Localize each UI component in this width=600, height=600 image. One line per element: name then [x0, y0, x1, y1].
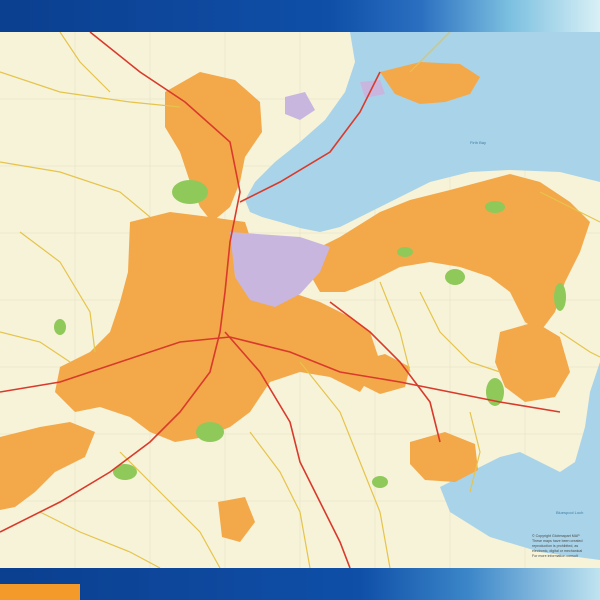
- footer-bar: [0, 568, 600, 600]
- water-label-inlet: Bluespool Loch: [556, 510, 583, 515]
- city-map[interactable]: Firth Bay Bluespool Loch: [0, 32, 600, 568]
- footer-accent: [0, 584, 80, 600]
- header-bar: [0, 0, 600, 32]
- map-poster: Firth Bay Bluespool Loch © Copyright Glo…: [0, 0, 600, 600]
- water-label-firth: Firth Bay: [470, 140, 486, 145]
- copyright-note: © Copyright Globmapart MAP These maps ha…: [532, 534, 598, 559]
- copyright-line: For more information consult: [532, 554, 578, 558]
